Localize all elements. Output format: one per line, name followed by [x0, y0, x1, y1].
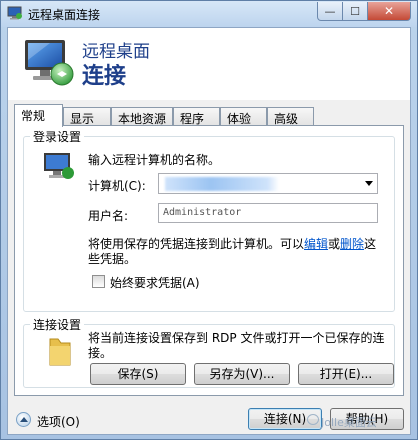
login-instruction: 输入远程计算机的名称。 — [88, 153, 221, 167]
save-button[interactable]: 保存(S) — [90, 363, 186, 385]
close-button[interactable]: ✕ — [368, 2, 411, 21]
redacted-computer-name — [165, 177, 279, 191]
saved-credentials-suffix: 这 — [364, 237, 377, 251]
tab-experience[interactable]: 体验 — [220, 107, 267, 126]
save-as-button[interactable]: 另存为(V)... — [194, 363, 290, 385]
computer-icon — [44, 153, 74, 179]
tab-advanced[interactable]: 高级 — [267, 107, 314, 126]
tab-label: 本地资源 — [118, 112, 167, 126]
minimize-button[interactable]: — — [317, 2, 343, 21]
tab-display[interactable]: 显示 — [63, 107, 111, 126]
maximize-button[interactable]: ☐ — [343, 2, 368, 21]
username-label: 用户名: — [88, 209, 129, 223]
connection-description-line2: 接。 — [88, 346, 113, 360]
title-bar[interactable]: 远程桌面连接 — ☐ ✕ — [1, 1, 417, 27]
tab-label: 常规 — [21, 109, 46, 123]
window-title: 远程桌面连接 — [28, 8, 101, 22]
options-label[interactable]: 选项(O) — [37, 413, 80, 430]
or-text: 或 — [328, 237, 341, 251]
tab-label: 程序 — [180, 112, 205, 126]
watermark-text: Jolle桌面云 — [321, 416, 377, 429]
connection-settings-group: 连接设置 将当前连接设置保存到 RDP 文件或打开一个已保存的连 接。 保存(S… — [23, 316, 395, 388]
window-controls: — ☐ ✕ — [317, 2, 411, 22]
banner-subtitle: 连接 — [82, 64, 127, 89]
edit-credentials-link[interactable]: 编辑 — [304, 237, 328, 251]
saved-credentials-line2: 些凭据。 — [88, 252, 137, 266]
connection-settings-title: 连接设置 — [30, 316, 85, 333]
saved-credentials-prefix: 将使用保存的凭据连接到此计算机。可以 — [88, 237, 305, 251]
folder-icon — [49, 338, 71, 366]
remote-desktop-window: 远程桌面连接 — ☐ ✕ 远程桌面 连接 常规 显示 本地资源 程序 体验 高级… — [0, 0, 418, 440]
login-settings-group: 登录设置 输入远程计算机的名称。 计算机(C): 用户名: Administra — [23, 128, 395, 312]
remote-desktop-icon — [7, 6, 22, 20]
always-ask-label: 始终要求凭据(A) — [110, 276, 200, 290]
delete-credentials-link[interactable]: 删除 — [340, 237, 364, 251]
monitor-icon — [25, 40, 74, 86]
always-ask-checkbox[interactable] — [92, 275, 105, 288]
wechat-icon — [307, 414, 319, 425]
dialog-client-area: 远程桌面 连接 常规 显示 本地资源 程序 体验 高级 登录设置 输入远程计算机… — [7, 27, 411, 435]
computer-combobox[interactable] — [158, 173, 378, 194]
tab-label: 高级 — [274, 112, 299, 126]
computer-label: 计算机(C): — [88, 179, 146, 193]
tab-label: 体验 — [227, 112, 252, 126]
username-field: Administrator — [158, 203, 378, 223]
header-banner: 远程桌面 连接 — [8, 28, 410, 100]
minimize-icon: — — [324, 4, 336, 18]
maximize-icon: ☐ — [350, 4, 360, 18]
dropdown-arrow-icon — [365, 181, 373, 186]
login-settings-title: 登录设置 — [30, 128, 85, 145]
close-icon: ✕ — [383, 4, 395, 18]
tab-label: 显示 — [70, 112, 95, 126]
general-tab-panel: 登录设置 输入远程计算机的名称。 计算机(C): 用户名: Administra — [14, 125, 404, 396]
tab-local-resources[interactable]: 本地资源 — [111, 107, 173, 126]
tab-programs[interactable]: 程序 — [173, 107, 220, 126]
tab-general[interactable]: 常规 — [14, 104, 63, 127]
connection-description-line1: 将当前连接设置保存到 RDP 文件或打开一个已保存的连 — [88, 331, 385, 345]
options-toggle-button[interactable] — [16, 412, 31, 427]
open-button[interactable]: 打开(E)... — [298, 363, 394, 385]
